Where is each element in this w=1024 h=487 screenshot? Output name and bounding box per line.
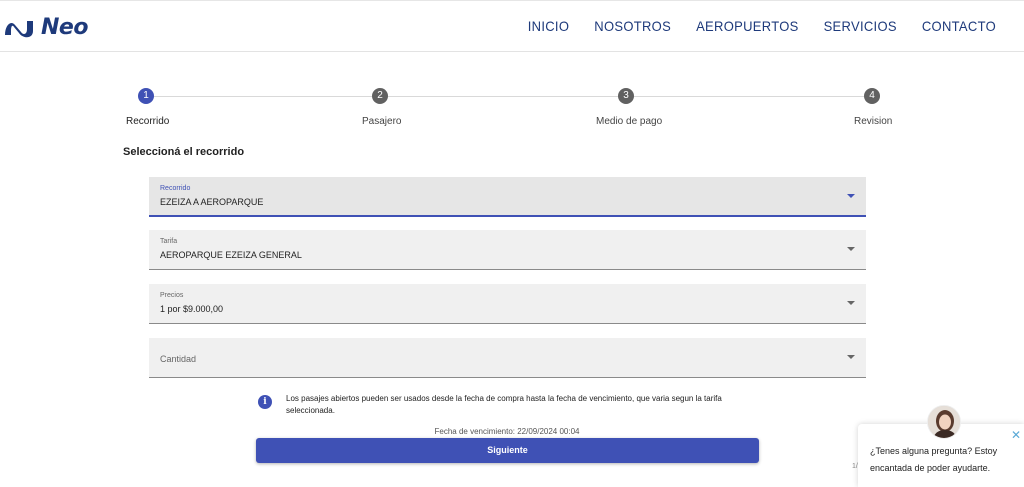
step-label: Recorrido	[126, 116, 170, 127]
step-2[interactable]: 2	[372, 88, 388, 104]
logo-mark-icon	[5, 20, 33, 37]
close-icon[interactable]: ✕	[1011, 428, 1021, 442]
dropdown-arrow-icon	[847, 301, 855, 305]
step-connector	[388, 96, 618, 97]
step-3[interactable]: 3	[618, 88, 634, 104]
nav-item-nosotros[interactable]: NOSOTROS	[594, 19, 671, 35]
avatar[interactable]	[927, 405, 961, 439]
precios-select[interactable]: Precios 1 por $9.000,00	[149, 284, 866, 324]
step-number: 3	[618, 88, 634, 104]
nav-item-servicios[interactable]: SERVICIOS	[824, 19, 897, 35]
step-number: 1	[138, 88, 154, 104]
dropdown-arrow-icon	[847, 355, 855, 359]
field-placeholder: Cantidad	[160, 354, 197, 364]
info-text: Los pasajes abiertos pueden ser usados d…	[286, 394, 722, 415]
step-connector	[154, 96, 372, 97]
brand-logo[interactable]: Neo	[3, 15, 88, 40]
dropdown-arrow-icon	[847, 247, 855, 251]
recorrido-select[interactable]: Recorrido EZEIZA A AEROPARQUE	[149, 177, 866, 217]
info-notice: i Los pasajes abiertos pueden ser usados…	[258, 393, 768, 417]
top-navbar: Neo INICIO NOSOTROS AEROPUERTOS SERVICIO…	[0, 0, 1024, 52]
cantidad-select[interactable]: Cantidad	[149, 338, 866, 378]
field-value: 1 por $9.000,00	[160, 304, 224, 314]
step-1[interactable]: 1	[138, 88, 154, 104]
field-label: Tarifa	[160, 238, 178, 245]
step-label: Revision	[854, 116, 893, 127]
nav-item-aeropuertos[interactable]: AEROPUERTOS	[696, 19, 799, 35]
field-value: EZEIZA A AEROPARQUE	[160, 197, 264, 207]
field-label: Recorrido	[160, 185, 191, 192]
step-4[interactable]: 4	[864, 88, 880, 104]
section-title: Seleccioná el recorrido	[123, 146, 245, 158]
tarifa-select[interactable]: Tarifa AEROPARQUE EZEIZA GENERAL	[149, 230, 866, 270]
partial-text: 1/	[852, 463, 858, 470]
step-number: 4	[864, 88, 880, 104]
nav-item-contacto[interactable]: CONTACTO	[922, 19, 996, 35]
info-icon: i	[258, 395, 272, 409]
next-button[interactable]: Siguiente	[256, 438, 759, 463]
main-nav: INICIO NOSOTROS AEROPUERTOS SERVICIOS CO…	[503, 19, 996, 35]
chat-message: ¿Tenes alguna pregunta? Estoy encantada …	[870, 446, 998, 473]
nav-item-inicio[interactable]: INICIO	[528, 19, 570, 35]
step-number: 2	[372, 88, 388, 104]
brand-name: Neo	[41, 15, 88, 40]
field-label: Precios	[160, 292, 184, 299]
step-label: Pasajero	[362, 116, 402, 127]
step-connector	[634, 96, 864, 97]
field-value: AEROPARQUE EZEIZA GENERAL	[160, 250, 302, 260]
step-label: Medio de pago	[596, 116, 663, 127]
dropdown-arrow-icon	[847, 194, 855, 198]
